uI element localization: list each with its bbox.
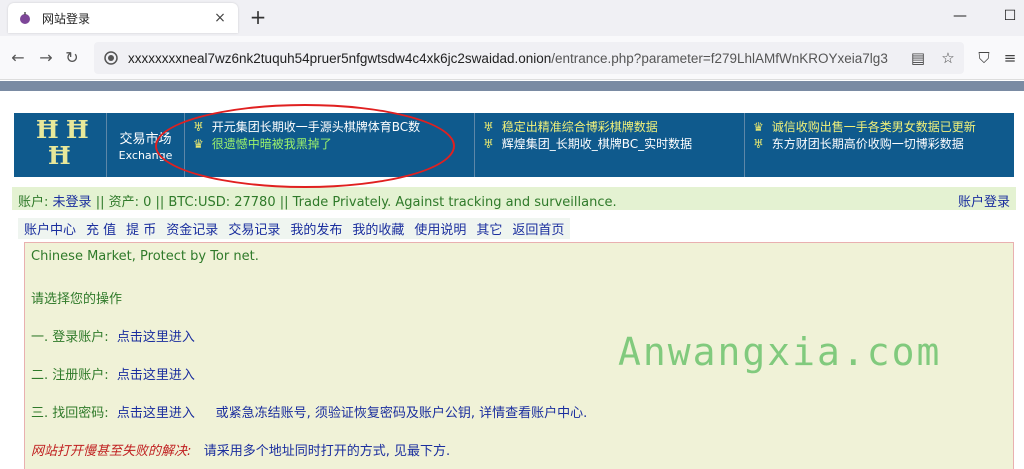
page-top-strip	[0, 81, 1024, 91]
reload-icon[interactable]: ↻	[62, 48, 82, 68]
site-header: Ħ Ħ Ħ 交易市场 Exchange ♅ 开元集团长期收一手源头棋牌体育BC数 …	[14, 113, 1014, 177]
bookmark-star-icon[interactable]: ☆	[938, 48, 958, 68]
news-item[interactable]: ♅ 稳定出精准综合博彩棋牌数据	[483, 119, 736, 136]
account-status: 未登录	[52, 195, 92, 210]
menu-item-account-center[interactable]: 账户中心	[24, 219, 76, 238]
slow-site-help: 网站打开慢甚至失败的解决: 请采用多个地址同时打开的方式, 见最下方.	[31, 444, 451, 459]
register-link[interactable]: 点击这里进入	[117, 368, 195, 383]
site-logo[interactable]: Ħ Ħ Ħ	[14, 113, 106, 177]
tor-onion-icon	[20, 12, 30, 24]
new-tab-button[interactable]: +	[246, 6, 270, 30]
recover-note: 或紧急冻结账号, 须验证恢复密码及账户公钥, 详情查看账户中心.	[215, 406, 588, 421]
forward-icon[interactable]: →	[36, 48, 56, 68]
news-item[interactable]: ♛ 诚信收购出售一手各类男女数据已更新	[753, 119, 1006, 136]
option-register: 二. 注册账户: 点击这里进入	[31, 368, 195, 383]
menu-item-other[interactable]: 其它	[476, 219, 502, 238]
menu-item-trade-record[interactable]: 交易记录	[228, 219, 280, 238]
news-item[interactable]: ♅ 辉煌集团_长期收_棋牌BC_实时数据	[483, 136, 736, 153]
news-item[interactable]: ♅ 开元集团长期收一手源头棋牌体育BC数	[193, 119, 466, 136]
menu-item-my-posts[interactable]: 我的发布	[290, 219, 342, 238]
prompt-text: 请选择您的操作	[31, 292, 123, 307]
menu-item-funds-record[interactable]: 资金记录	[166, 219, 218, 238]
reader-view-icon[interactable]: ▤	[908, 48, 928, 68]
tab-title: 网站登录	[42, 11, 91, 26]
news-item[interactable]: ♛ 很遗憾中暗被我黑掉了	[193, 136, 466, 153]
option-recover: 三. 找回密码: 点击这里进入 或紧急冻结账号, 须验证恢复密码及账户公钥, 详…	[31, 406, 588, 421]
option-login: 一. 登录账户: 点击这里进入	[31, 330, 195, 345]
url-bar[interactable]: xxxxxxxxneal7wz6nk2tuquh54pruer5nfgwtsdw…	[94, 42, 964, 74]
menu-item-instructions[interactable]: 使用说明	[414, 219, 466, 238]
news-column-1: ♅ 开元集团长期收一手源头棋牌体育BC数 ♛ 很遗憾中暗被我黑掉了	[184, 113, 474, 177]
account-status-bar: 账户: 未登录 || 资产: 0 || BTC:USD: 27780 || Tr…	[12, 187, 1016, 210]
account-label: 账户:	[18, 195, 49, 210]
recover-link[interactable]: 点击这里进入	[117, 406, 195, 421]
watermark-text: Anwangxia.com	[618, 330, 942, 374]
url-text[interactable]: xxxxxxxxneal7wz6nk2tuquh54pruer5nfgwtsdw…	[128, 51, 908, 66]
account-login-link[interactable]: 账户登录	[958, 191, 1010, 210]
main-menu: 账户中心 充 值 提 币 资金记录 交易记录 我的发布 我的收藏 使用说明 其它…	[18, 218, 571, 239]
maximize-icon[interactable]: ☐	[1000, 8, 1020, 28]
back-icon[interactable]: ←	[8, 48, 28, 68]
menu-item-deposit[interactable]: 充 值	[86, 219, 116, 238]
tab-bar: 网站登录 × + — ☐	[0, 0, 1024, 36]
tab-close-icon[interactable]: ×	[212, 10, 228, 26]
menu-icon[interactable]: ≡	[1000, 48, 1020, 68]
minimize-icon[interactable]: —	[950, 8, 970, 28]
onion-site-icon	[104, 51, 118, 65]
browser-tab[interactable]: 网站登录 ×	[8, 3, 238, 33]
exchange-label[interactable]: 交易市场 Exchange	[106, 113, 184, 177]
account-info: || 资产: 0 || BTC:USD: 27780 || Trade Priv…	[95, 195, 617, 210]
shield-icon[interactable]: ⛉	[974, 48, 994, 68]
news-column-3: ♛ 诚信收购出售一手各类男女数据已更新 ♅ 东方财团长期高价收购一切博彩数据	[744, 113, 1014, 177]
menu-item-home[interactable]: 返回首页	[512, 219, 564, 238]
page-viewport: Ħ Ħ Ħ 交易市场 Exchange ♅ 开元集团长期收一手源头棋牌体育BC数 …	[0, 81, 1024, 469]
menu-item-withdraw[interactable]: 提 币	[126, 219, 156, 238]
intro-text: Chinese Market, Protect by Tor net.	[31, 249, 259, 264]
menu-item-my-favorites[interactable]: 我的收藏	[352, 219, 404, 238]
news-column-2: ♅ 稳定出精准综合博彩棋牌数据 ♅ 辉煌集团_长期收_棋牌BC_实时数据	[474, 113, 744, 177]
navigation-toolbar: ← → ↻ xxxxxxxxneal7wz6nk2tuquh54pruer5nf…	[0, 36, 1024, 80]
news-item[interactable]: ♅ 东方财团长期高价收购一切博彩数据	[753, 136, 1006, 153]
login-link[interactable]: 点击这里进入	[117, 330, 195, 345]
